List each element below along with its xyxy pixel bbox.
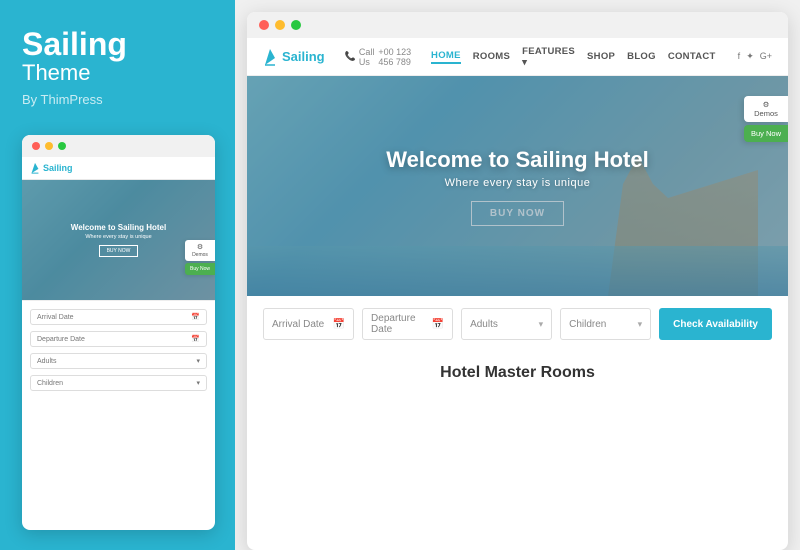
mini-hero-title: Welcome to Sailing Hotel xyxy=(71,223,166,232)
main-demos-label: Demos xyxy=(754,109,778,118)
mini-browser-bar xyxy=(22,135,215,157)
mini-cal-icon-arrival: 📅 xyxy=(191,313,200,321)
main-logo-text: Sailing xyxy=(282,49,325,64)
mini-departure-input[interactable]: Departure Date 📅 xyxy=(30,331,207,347)
main-nav-logo: Sailing xyxy=(263,48,325,66)
mini-children-select[interactable]: Children ▾ xyxy=(30,375,207,391)
right-panel: Sailing 📞 Call Us +00 123 456 789 HOME R… xyxy=(235,0,800,550)
main-dot-yellow xyxy=(275,20,285,30)
main-dot-red xyxy=(259,20,269,30)
brand-title: Sailing xyxy=(22,28,215,60)
children-chevron-icon: ▾ xyxy=(638,319,643,330)
nav-link-home[interactable]: HOME xyxy=(431,50,461,64)
main-side-area: ⚙ Demos Buy Now Welcome to Sailin xyxy=(247,76,788,550)
phone-label: Call Us xyxy=(359,47,376,67)
nav-link-rooms[interactable]: ROOMS xyxy=(473,51,510,62)
main-hero: Welcome to Sailing Hotel Where every sta… xyxy=(247,76,788,296)
phone-icon: 📞 xyxy=(345,51,356,62)
hotel-rooms-section: Hotel Master Rooms xyxy=(247,352,788,390)
facebook-icon[interactable]: f xyxy=(738,51,741,62)
arrival-calendar-icon: 📅 xyxy=(333,319,345,330)
mini-children-chevron: ▾ xyxy=(196,379,200,387)
main-demos-button[interactable]: ⚙ Demos xyxy=(744,96,788,122)
mini-logo: Sailing xyxy=(30,162,73,174)
mini-logo-text: Sailing xyxy=(43,163,73,173)
mini-adults-select[interactable]: Adults ▾ xyxy=(30,353,207,369)
arrival-label: Arrival Date xyxy=(272,319,324,330)
main-nav: Sailing 📞 Call Us +00 123 456 789 HOME R… xyxy=(247,38,788,76)
children-select[interactable]: Children ▾ xyxy=(560,308,651,340)
adults-chevron-icon: ▾ xyxy=(539,319,544,330)
nav-link-features[interactable]: FEATURES ▾ xyxy=(522,46,575,68)
mini-buy-label: Buy Now xyxy=(190,266,210,272)
mini-hero-sub: Where every stay is unique xyxy=(71,234,166,240)
departure-date-input[interactable]: Departure Date 📅 xyxy=(362,308,453,340)
dot-red xyxy=(32,142,40,150)
mini-demos-button[interactable]: ⚙ Demos xyxy=(185,240,215,261)
adults-select[interactable]: Adults ▾ xyxy=(461,308,552,340)
mini-arrival-label: Arrival Date xyxy=(37,314,74,321)
arrival-date-input[interactable]: Arrival Date 📅 xyxy=(263,308,354,340)
mini-hero: Welcome to Sailing Hotel Where every sta… xyxy=(22,180,215,300)
mini-arrival-input[interactable]: Arrival Date 📅 xyxy=(30,309,207,325)
mini-cal-icon-departure: 📅 xyxy=(191,335,200,343)
mini-buy-button[interactable]: Buy Now xyxy=(185,263,215,275)
left-panel: Sailing Theme By ThimPress Sailing xyxy=(0,0,235,550)
twitter-icon[interactable]: ✦ xyxy=(746,51,754,62)
mini-side-buttons: ⚙ Demos Buy Now xyxy=(185,240,215,275)
hotel-rooms-title: Hotel Master Rooms xyxy=(263,364,772,382)
main-hero-sub: Where every stay is unique xyxy=(386,177,648,189)
mini-children-label: Children xyxy=(37,380,63,387)
main-browser: Sailing 📞 Call Us +00 123 456 789 HOME R… xyxy=(247,12,788,550)
booking-bar: Arrival Date 📅 Departure Date 📅 Adults ▾… xyxy=(247,296,788,352)
mini-departure-label: Departure Date xyxy=(37,336,85,343)
main-nav-phone: 📞 Call Us +00 123 456 789 xyxy=(345,47,417,67)
mini-hero-text: Welcome to Sailing Hotel Where every sta… xyxy=(71,223,166,240)
dot-yellow xyxy=(45,142,53,150)
mini-adults-chevron: ▾ xyxy=(196,357,200,365)
mini-adults-label: Adults xyxy=(37,358,56,365)
nav-link-contact[interactable]: CONTACT xyxy=(668,51,716,62)
departure-label: Departure Date xyxy=(371,313,432,335)
mini-buy-now-button[interactable]: BUY NOW xyxy=(99,245,139,257)
main-side-buttons: ⚙ Demos Buy Now xyxy=(744,96,788,142)
gear-icon: ⚙ xyxy=(197,243,203,251)
mini-nav: Sailing xyxy=(22,157,215,180)
children-label: Children xyxy=(569,319,606,330)
googleplus-icon[interactable]: G+ xyxy=(760,51,772,62)
brand-sub: Theme xyxy=(22,60,215,86)
mini-browser: Sailing Welcome to Sailing Hotel Where e… xyxy=(22,135,215,530)
nav-link-blog[interactable]: BLOG xyxy=(627,51,656,62)
main-buy-now-label: Buy Now xyxy=(751,129,781,138)
main-hero-title: Welcome to Sailing Hotel xyxy=(386,147,648,173)
main-gear-icon: ⚙ xyxy=(763,100,770,109)
departure-calendar-icon: 📅 xyxy=(432,319,444,330)
mini-booking-form: Arrival Date 📅 Departure Date 📅 Adults ▾… xyxy=(22,300,215,399)
mini-content: Sailing Welcome to Sailing Hotel Where e… xyxy=(22,157,215,530)
phone-number: +00 123 456 789 xyxy=(378,47,417,67)
check-availability-button[interactable]: Check Availability xyxy=(659,308,772,340)
nav-social: f ✦ G+ xyxy=(738,51,772,62)
brand-by: By ThimPress xyxy=(22,92,215,107)
main-dot-green xyxy=(291,20,301,30)
main-content: Sailing 📞 Call Us +00 123 456 789 HOME R… xyxy=(247,38,788,550)
main-buy-now-side-button[interactable]: Buy Now xyxy=(744,125,788,142)
main-hero-text: Welcome to Sailing Hotel Where every sta… xyxy=(386,147,648,189)
mini-demos-label: Demos xyxy=(192,252,208,258)
dot-green xyxy=(58,142,66,150)
adults-label: Adults xyxy=(470,319,498,330)
main-browser-bar xyxy=(247,12,788,38)
main-nav-links: HOME ROOMS FEATURES ▾ SHOP BLOG CONTACT … xyxy=(431,46,772,68)
nav-link-shop[interactable]: SHOP xyxy=(587,51,615,62)
